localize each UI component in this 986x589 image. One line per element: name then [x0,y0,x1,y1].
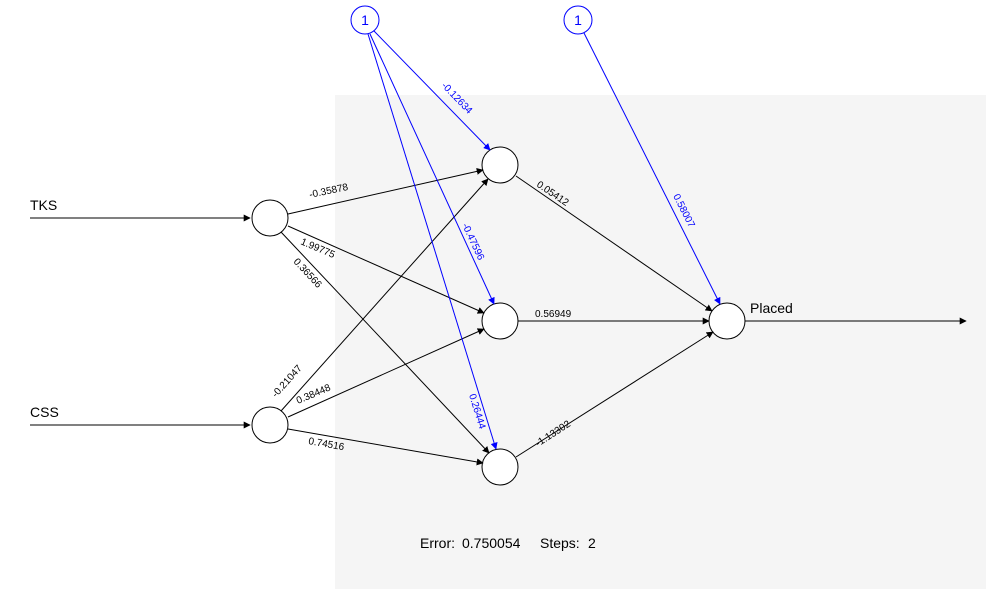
hidden-node-1 [482,147,518,183]
output-node [709,303,745,339]
background-panel [335,95,986,589]
footer-error-value: 0.750054 [462,535,521,551]
output-label: Placed [750,300,793,316]
bias-label-output: 1 [574,12,582,28]
input-label-tks: TKS [30,197,57,213]
weight-css-h2: 0.38448 [295,382,333,406]
footer-error-label: Error: [420,535,455,551]
footer-steps-value: 2 [588,535,596,551]
weight-tks-h3: 0.36566 [291,257,324,291]
input-node-css [252,407,288,443]
hidden-node-2 [482,303,518,339]
hidden-node-3 [482,449,518,485]
weight-h2-out: 0.56949 [535,309,572,320]
input-node-tks [252,200,288,236]
bias-label-hidden: 1 [361,12,369,28]
input-label-css: CSS [30,404,59,420]
footer-steps-label: Steps: [540,535,580,551]
